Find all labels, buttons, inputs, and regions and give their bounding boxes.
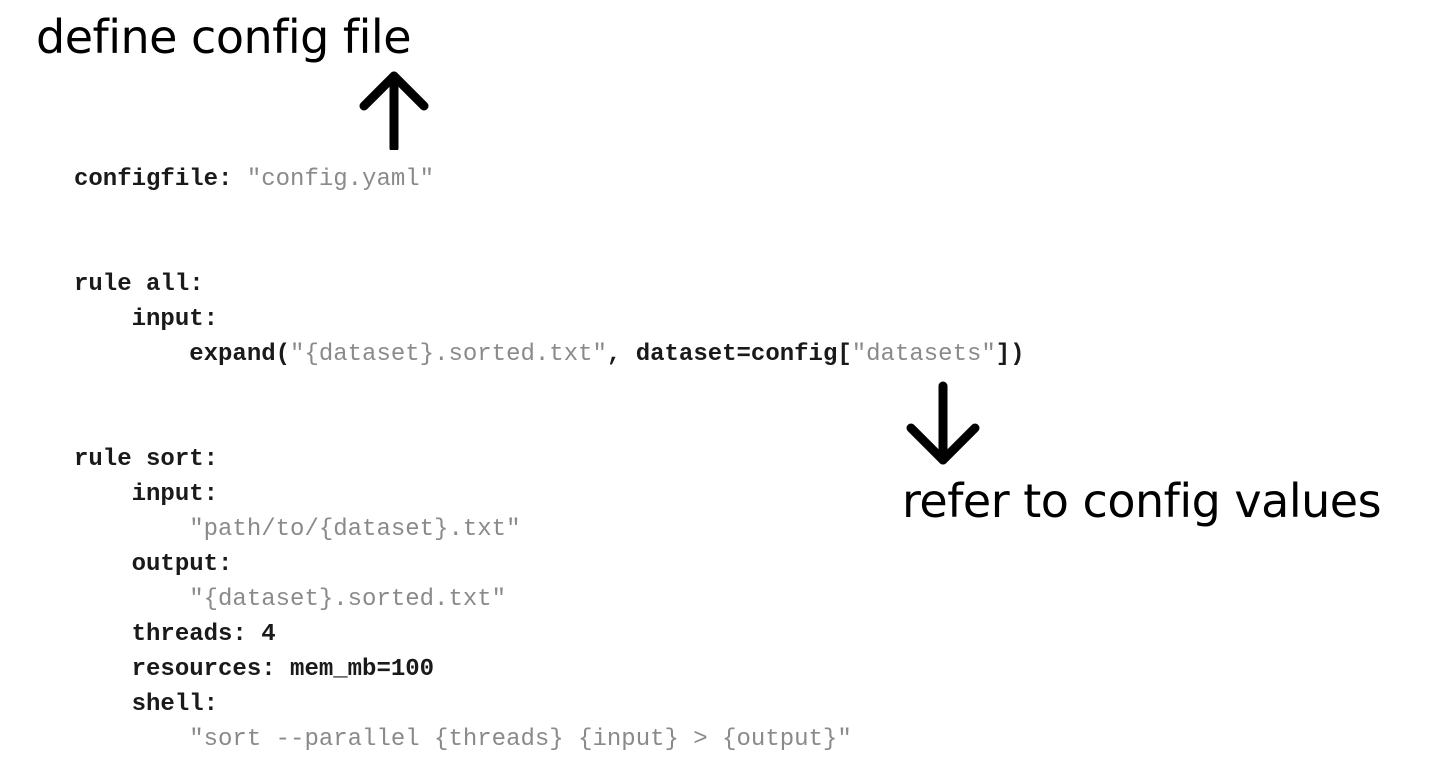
code-line-input-path: "path/to/{dataset}.txt"	[74, 512, 1025, 547]
code-line-sort-output: output:	[74, 551, 233, 578]
configfile-key: configfile:	[74, 166, 247, 193]
input-path-string: "path/to/{dataset}.txt"	[189, 516, 521, 543]
code-line-resources: resources: mem_mb=100	[74, 656, 435, 683]
datasets-key-string: "datasets"	[851, 341, 996, 368]
arrow-down-icon	[906, 381, 980, 465]
code-line-shell-command: "sort --parallel {threads} {input} > {ou…	[74, 722, 1025, 757]
code-line-sort-input: input:	[74, 481, 219, 508]
code-line-output-path: "{dataset}.sorted.txt"	[74, 582, 1025, 617]
code-line-configfile: configfile: "config.yaml"	[74, 162, 1025, 197]
code-line-rule-all: rule all:	[74, 271, 204, 298]
expand-dataset-arg: , dataset=config[	[606, 341, 852, 368]
code-line-threads: threads: 4	[74, 621, 276, 648]
expand-pattern-string: "{dataset}.sorted.txt"	[290, 341, 607, 368]
code-line-shell: shell:	[74, 691, 219, 718]
snakefile-code-block: configfile: "config.yaml" rule all: inpu…	[74, 162, 1025, 757]
code-line-rule-sort: rule sort:	[74, 446, 219, 473]
arrow-up-icon	[359, 71, 429, 150]
code-line-expand: expand("{dataset}.sorted.txt", dataset=c…	[74, 337, 1025, 372]
expand-call-start: expand(	[74, 341, 291, 368]
output-path-string: "{dataset}.sorted.txt"	[189, 586, 507, 613]
refer-to-config-values-label: refer to config values	[902, 474, 1382, 528]
expand-call-end: ])	[995, 341, 1025, 368]
code-line-all-input: input:	[74, 306, 219, 333]
config-file-string: "config.yaml"	[246, 166, 435, 193]
shell-command-string: "sort --parallel {threads} {input} > {ou…	[189, 726, 852, 753]
define-config-file-label: define config file	[36, 10, 412, 64]
